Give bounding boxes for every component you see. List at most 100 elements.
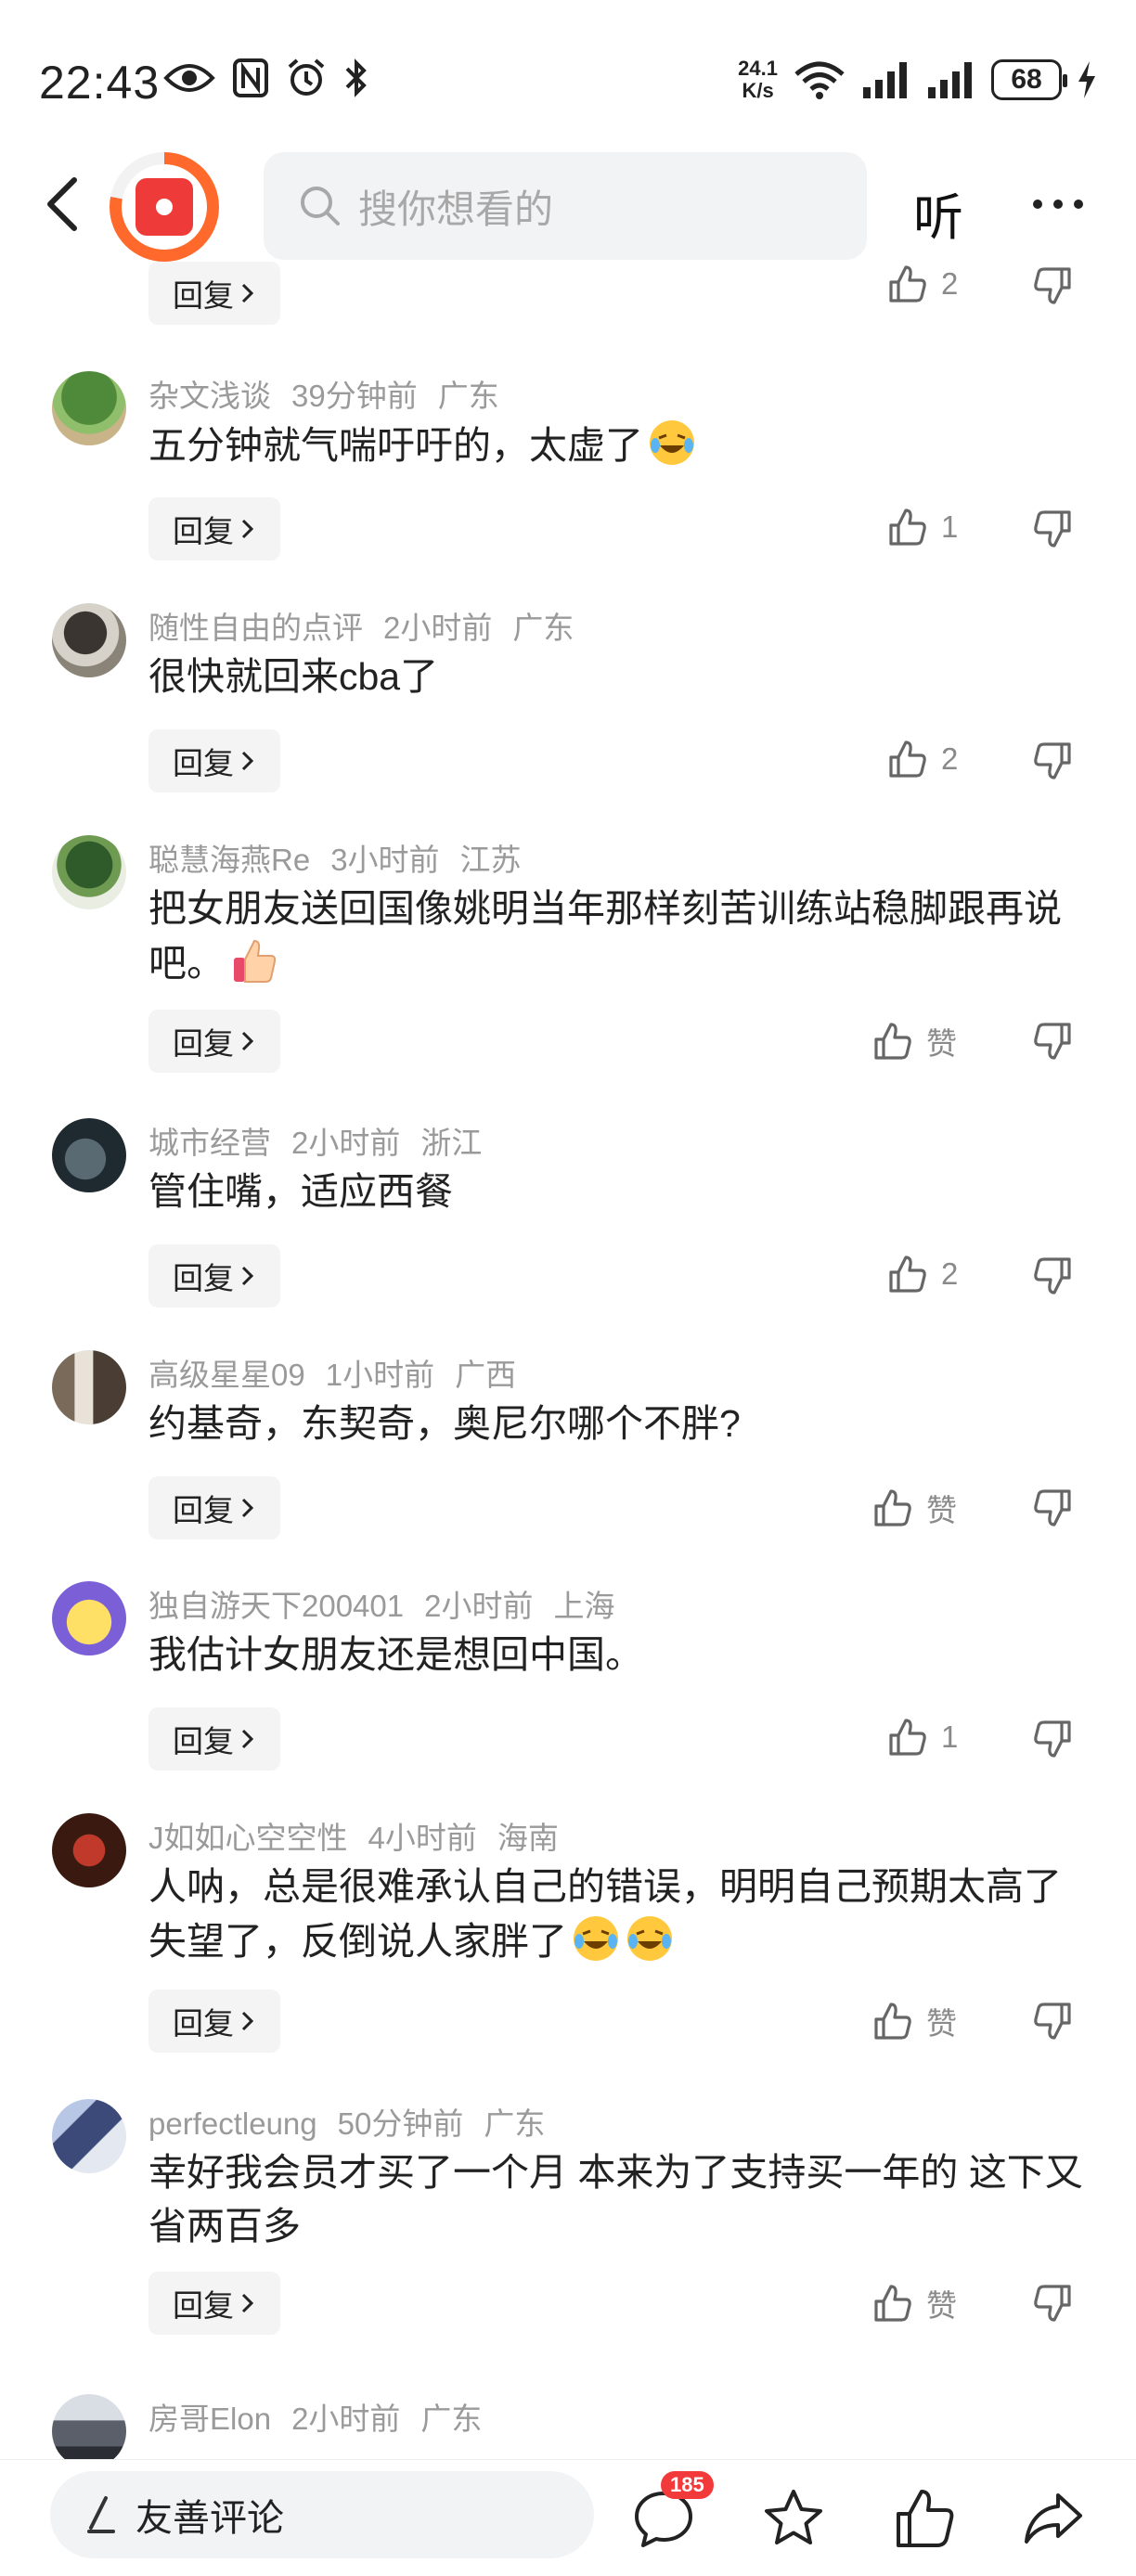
thumbs-down-icon[interactable] — [1032, 741, 1075, 781]
like-button[interactable]: 赞 — [872, 1019, 957, 1063]
avatar[interactable] — [52, 835, 126, 909]
avatar[interactable] — [52, 2099, 126, 2173]
reply-label: 回复 — [173, 1493, 234, 1527]
thumbs-down-icon[interactable] — [1032, 2283, 1075, 2324]
reply-label: 回复 — [173, 1724, 234, 1758]
comment-user[interactable]: 城市经营 — [148, 1126, 271, 1160]
chevron-right-icon — [241, 1031, 254, 1051]
like-count: 赞 — [926, 1026, 957, 1061]
like-button[interactable]: 赞 — [872, 2281, 957, 2325]
wifi-icon — [794, 61, 845, 99]
reply-button[interactable]: 回复 — [148, 262, 280, 325]
thumbs-up-icon — [874, 2003, 911, 2040]
like-button[interactable]: 1 — [887, 507, 958, 547]
comment-time: 4小时前 — [368, 1821, 477, 1855]
comment-text: 五分钟就气喘吁吁的，太虚了 — [148, 418, 1086, 472]
comment-time: 1小时前 — [325, 1358, 435, 1392]
thumbs-down-icon[interactable] — [1032, 265, 1075, 306]
crying-laughing-emoji-icon — [627, 1916, 672, 1961]
like-button[interactable]: 2 — [887, 1254, 958, 1294]
comment-user[interactable]: 高级星星09 — [148, 1358, 305, 1392]
eye-icon — [163, 64, 215, 92]
laughing-tears-emoji-icon — [650, 420, 694, 465]
search-placeholder: 搜你想看的 — [358, 187, 554, 231]
thumbs-up-icon — [889, 265, 926, 303]
chevron-right-icon — [241, 1266, 254, 1286]
reply-button[interactable]: 回复 — [148, 497, 280, 560]
search-icon — [301, 187, 340, 225]
reply-button[interactable]: 回复 — [148, 2272, 280, 2335]
avatar[interactable] — [52, 1813, 126, 1887]
thumbs-up-icon[interactable] — [893, 2486, 958, 2551]
chevron-right-icon — [241, 751, 254, 771]
comment-text: 人呐，总是很难承认自己的错误，明明自己预期太高了失望了，反倒说人家胖了 — [148, 1865, 1062, 1963]
chevron-right-icon — [241, 2293, 254, 2313]
status-bar: 22:43 24.1 K/s 68 — [0, 0, 1136, 139]
reply-button[interactable]: 回复 — [148, 1244, 280, 1307]
like-button[interactable]: 2 — [887, 739, 958, 779]
like-count: 赞 — [926, 2006, 957, 2041]
comment-location: 广东 — [437, 379, 499, 413]
chevron-right-icon — [241, 1498, 254, 1518]
network-speed-value: 24.1 — [738, 57, 778, 80]
thumbs-down-icon[interactable] — [1032, 1256, 1075, 1296]
reply-button[interactable]: 回复 — [148, 1010, 280, 1073]
comment-user[interactable]: 房哥Elon — [148, 2402, 271, 2436]
avatar[interactable] — [52, 2394, 126, 2468]
charging-icon — [1078, 61, 1095, 98]
comment-location: 浙江 — [420, 1126, 483, 1160]
comment-user[interactable]: 独自游天下200401 — [148, 1589, 404, 1623]
like-button[interactable]: 赞 — [872, 1486, 957, 1530]
like-count: 2 — [941, 1256, 959, 1291]
thumbs-up-icon — [874, 1023, 911, 1060]
more-icon[interactable] — [1030, 186, 1086, 223]
comment-user[interactable]: 随性自由的点评 — [148, 611, 363, 645]
thumbs-down-icon[interactable] — [1032, 1021, 1075, 1062]
comment-user[interactable]: 聪慧海燕Re — [148, 843, 310, 877]
comment-meta: J如如心空空性 4小时前 海南 — [148, 1813, 579, 1858]
network-speed-unit: K/s — [742, 79, 774, 102]
thumbs-down-icon[interactable] — [1032, 1488, 1075, 1528]
comment-user[interactable]: 杂文浅谈 — [148, 379, 271, 413]
top-nav: 搜你想看的 听 — [0, 139, 1136, 269]
comment-user[interactable]: perfectleung — [148, 2106, 317, 2141]
signal-icon-2 — [928, 62, 972, 98]
like-count: 2 — [941, 266, 959, 301]
back-icon[interactable] — [41, 174, 87, 234]
avatar[interactable] — [52, 1350, 126, 1424]
thumbs-up-icon — [889, 1256, 926, 1293]
chevron-right-icon — [241, 283, 254, 303]
reply-button[interactable]: 回复 — [148, 1476, 280, 1539]
thumbs-down-icon[interactable] — [1032, 1719, 1075, 1759]
comment-meta: 房哥Elon 2小时前 广东 — [148, 2394, 502, 2439]
thumbs-up-icon — [889, 741, 926, 778]
comment-input[interactable]: 友善评论 — [50, 2471, 594, 2558]
like-button[interactable]: 赞 — [872, 1999, 957, 2043]
comment-time: 3小时前 — [330, 843, 440, 877]
reply-button[interactable]: 回复 — [148, 729, 280, 792]
thumbs-down-icon[interactable] — [1032, 509, 1075, 549]
avatar[interactable] — [52, 1581, 126, 1655]
avatar[interactable] — [52, 603, 126, 677]
avatar[interactable] — [52, 1118, 126, 1192]
reply-button[interactable]: 回复 — [148, 1707, 280, 1771]
comment-count-badge: 185 — [661, 2471, 714, 2499]
listen-button[interactable]: 听 — [913, 176, 963, 250]
search-input[interactable]: 搜你想看的 — [264, 152, 867, 260]
comment-time: 2小时前 — [291, 2402, 401, 2436]
comment-meta: 杂文浅谈 39分钟前 广东 — [148, 371, 520, 416]
reply-button[interactable]: 回复 — [148, 1990, 280, 2053]
share-icon[interactable] — [1021, 2486, 1086, 2551]
status-icons-right: 24.1 K/s 68 — [738, 58, 1097, 102]
comment-text: 幸好我会员才买了一个月 本来为了支持买一年的 这下又省两百多 — [148, 2151, 1083, 2248]
comment-location: 广东 — [420, 2402, 483, 2436]
comment-meta: 聪慧海燕Re 3小时前 江苏 — [148, 835, 542, 880]
like-button[interactable]: 2 — [887, 264, 958, 304]
comment-meta: 独自游天下200401 2小时前 上海 — [148, 1581, 635, 1626]
star-icon[interactable] — [761, 2486, 826, 2551]
comment-user[interactable]: J如如心空空性 — [148, 1821, 348, 1855]
avatar[interactable] — [52, 371, 126, 445]
channel-logo[interactable] — [110, 152, 219, 262]
like-button[interactable]: 1 — [887, 1717, 958, 1758]
thumbs-down-icon[interactable] — [1032, 2001, 1075, 2041]
